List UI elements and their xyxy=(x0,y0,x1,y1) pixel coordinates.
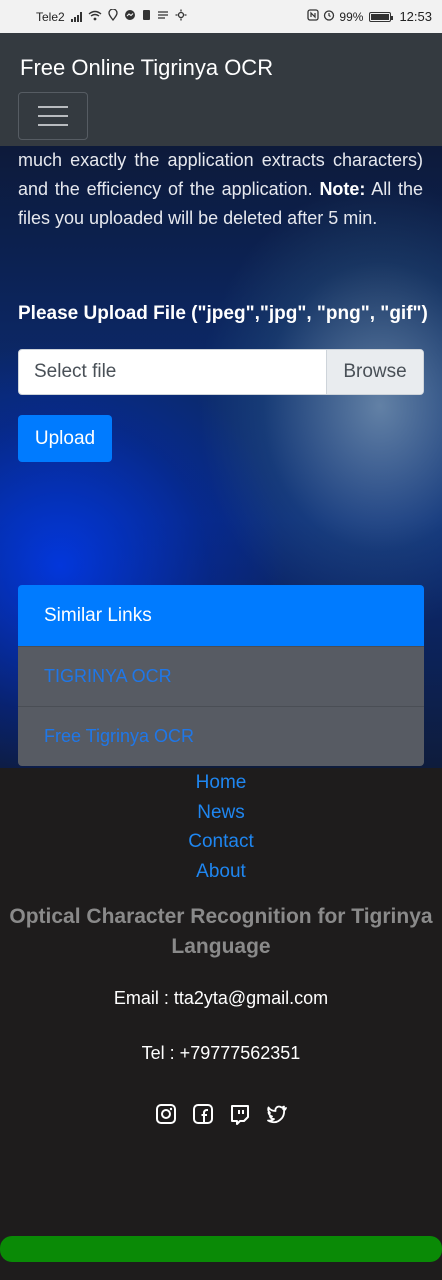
status-left: Tele2 xyxy=(36,8,187,24)
footer-title: Optical Character Recognition for Tigrin… xyxy=(9,905,433,958)
alarm-icon xyxy=(323,9,335,24)
footer-email: Email : tta2yta@gmail.com xyxy=(113,988,329,1008)
settings-icon xyxy=(175,9,187,24)
hamburger-icon xyxy=(38,124,68,126)
footer-link-news[interactable]: News xyxy=(0,798,442,828)
footer-link-home[interactable]: Home xyxy=(0,768,442,798)
navbar-brand[interactable]: Free Online Tigrinya OCR xyxy=(20,55,273,81)
status-right: 99% 12:53 xyxy=(307,9,432,24)
footer-nav: Home News Contact About xyxy=(0,768,442,886)
clock: 12:53 xyxy=(399,9,432,24)
page-progress-fill xyxy=(0,1236,442,1262)
notes-icon xyxy=(157,10,169,23)
similar-links-card: Similar Links TIGRINYA OCR Free Tigrinya… xyxy=(18,585,424,766)
footer-link-contact[interactable]: Contact xyxy=(0,827,442,857)
upload-button[interactable]: Upload xyxy=(18,415,112,462)
footer-tel: Tel : +79777562351 xyxy=(141,1043,301,1063)
messenger-icon xyxy=(124,9,136,24)
note-label: Note: xyxy=(319,179,366,199)
upload-label: Please Upload File ("jpeg","jpg", "png",… xyxy=(18,303,428,324)
twitter-icon[interactable] xyxy=(266,1103,288,1125)
social-icons xyxy=(0,1103,442,1125)
intro-text: much exactly the application extracts ch… xyxy=(18,146,423,233)
page-progress-bar xyxy=(0,1236,442,1262)
browse-button[interactable]: Browse xyxy=(326,350,423,394)
battery-percent: 99% xyxy=(339,9,364,24)
footer: Home News Contact About Optical Characte… xyxy=(0,768,442,1236)
twitch-icon[interactable] xyxy=(229,1103,251,1125)
facebook-icon[interactable] xyxy=(192,1103,214,1125)
signal-icon xyxy=(70,11,82,22)
file-input[interactable]: Select file Browse xyxy=(18,349,424,395)
status-bar: Tele2 99% 12:53 xyxy=(0,0,442,33)
similar-link-item[interactable]: Free Tigrinya OCR xyxy=(18,706,424,766)
wifi-icon xyxy=(88,10,102,24)
location-icon xyxy=(108,8,118,24)
sim-icon xyxy=(142,9,151,24)
battery-icon xyxy=(369,11,394,22)
navbar: Free Online Tigrinya OCR xyxy=(0,33,442,146)
similar-links-title: Similar Links xyxy=(18,585,424,646)
main-section: much exactly the application extracts ch… xyxy=(0,146,442,768)
nfc-icon xyxy=(307,9,320,24)
carrier-label: Tele2 xyxy=(36,9,65,24)
hamburger-icon xyxy=(38,106,68,108)
hamburger-icon xyxy=(38,115,68,117)
similar-link-item[interactable]: TIGRINYA OCR xyxy=(18,646,424,706)
file-input-placeholder[interactable]: Select file xyxy=(19,361,326,383)
footer-link-about[interactable]: About xyxy=(0,857,442,887)
navbar-toggler-button[interactable] xyxy=(18,92,88,140)
instagram-icon[interactable] xyxy=(155,1103,177,1125)
